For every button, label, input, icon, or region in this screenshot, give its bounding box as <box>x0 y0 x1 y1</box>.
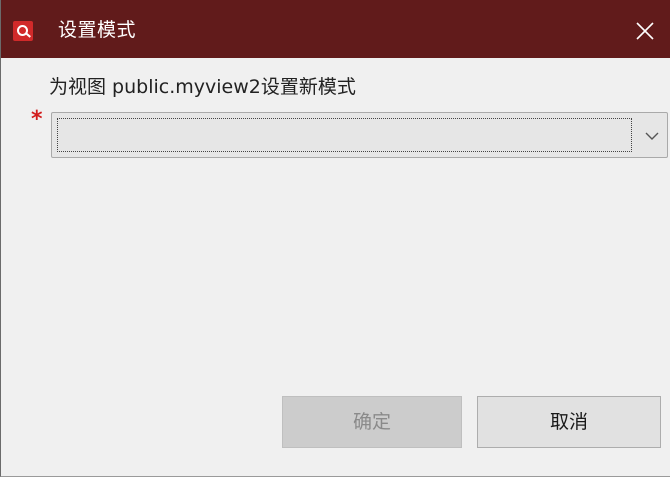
cancel-button[interactable]: 取消 <box>477 396 661 448</box>
title-bar: 设置模式 <box>1 0 670 58</box>
required-marker: * <box>31 107 43 132</box>
close-button[interactable] <box>625 11 665 51</box>
ok-button[interactable]: 确定 <box>282 396 462 448</box>
chevron-down-icon <box>645 132 659 140</box>
set-schema-dialog: 设置模式 为视图 public.myview2设置新模式 * 确定 取消 <box>0 0 670 477</box>
app-logo-icon <box>13 21 33 41</box>
schema-select[interactable] <box>51 112 668 158</box>
close-icon <box>636 22 654 40</box>
schema-select-value <box>57 118 632 152</box>
dialog-title: 设置模式 <box>58 19 137 41</box>
prompt-label: 为视图 public.myview2设置新模式 <box>49 76 356 98</box>
